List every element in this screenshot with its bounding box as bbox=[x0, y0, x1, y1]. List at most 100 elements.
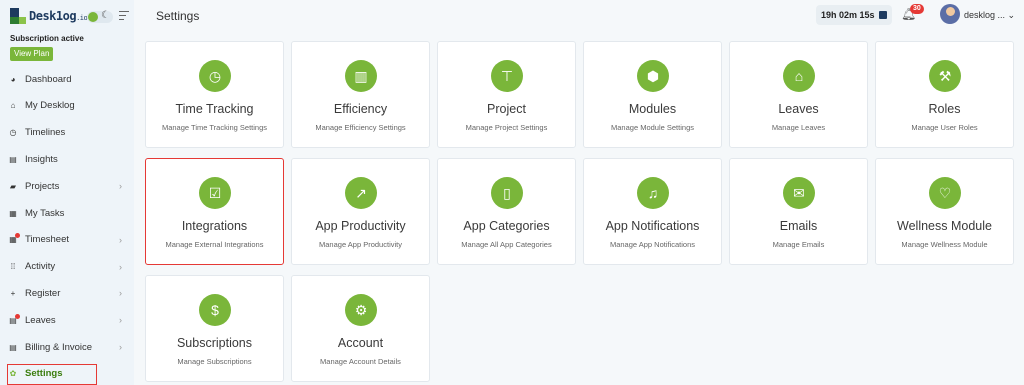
bar-chart-icon: ▥ bbox=[345, 60, 377, 92]
sidebar-item-label: Activity bbox=[25, 261, 56, 273]
brand-name: Desk1og.io bbox=[29, 9, 88, 23]
billing-icon: ▤ bbox=[9, 342, 17, 352]
home-icon: ⌂ bbox=[10, 101, 16, 111]
stop-icon[interactable] bbox=[879, 11, 887, 19]
gears-icon: ⚙ bbox=[345, 294, 377, 326]
card-title: Modules bbox=[628, 102, 677, 116]
wrench-icon: ⚒ bbox=[929, 60, 961, 92]
card-description: Manage All App Categories bbox=[461, 240, 552, 249]
sidebar-item-my-desklog[interactable]: ⌂ My Desklog bbox=[8, 96, 128, 116]
sidebar-item-label: Projects bbox=[25, 180, 60, 192]
sidebar-item-my-tasks[interactable]: ▦ My Tasks bbox=[8, 203, 128, 223]
card-title: Wellness Module bbox=[897, 219, 992, 233]
settings-card-app-productivity[interactable]: ↗ App Productivity Manage App Productivity bbox=[291, 158, 430, 265]
card-title: Roles bbox=[928, 102, 961, 116]
leaves-icon: ▤ bbox=[8, 313, 20, 325]
clock-icon: ◷ bbox=[9, 128, 17, 138]
chevron-right-icon: › bbox=[119, 315, 122, 326]
top-header: Settings 19h 02m 15s 🔔︎ 30 desklog ... ⌄ bbox=[134, 0, 1024, 32]
settings-card-modules[interactable]: ⬢ Modules Manage Module Settings bbox=[583, 41, 722, 148]
sidebar-item-dashboard[interactable]: ◕ Dashboard bbox=[8, 69, 128, 89]
card-title: Subscriptions bbox=[176, 336, 253, 350]
card-title: Time Tracking bbox=[175, 102, 254, 116]
chevron-right-icon: › bbox=[119, 234, 122, 245]
user-menu[interactable]: desklog ... ⌄ bbox=[964, 10, 1015, 21]
hierarchy-icon: ⊤ bbox=[491, 60, 523, 92]
settings-card-roles[interactable]: ⚒ Roles Manage User Roles bbox=[875, 41, 1014, 148]
avatar[interactable] bbox=[940, 4, 960, 24]
settings-card-project[interactable]: ⊤ Project Manage Project Settings bbox=[437, 41, 576, 148]
card-title: App Productivity bbox=[315, 219, 406, 233]
clock-icon: ◷ bbox=[199, 60, 231, 92]
card-title: Account bbox=[337, 336, 384, 350]
sidebar-item-label: Billing & Invoice bbox=[25, 341, 93, 353]
settings-card-wellness-module[interactable]: ♡ Wellness Module Manage Wellness Module bbox=[875, 158, 1014, 265]
settings-highlight-box bbox=[7, 364, 97, 385]
logo-icon bbox=[10, 8, 26, 24]
moon-icon: ☾ bbox=[101, 10, 110, 21]
sidebar-item-timesheet[interactable]: ▦ Timesheet › bbox=[8, 230, 128, 250]
work-timer: 19h 02m 15s bbox=[816, 5, 892, 25]
card-description: Manage External Integrations bbox=[165, 240, 264, 249]
sidebar-item-insights[interactable]: ▤ Insights bbox=[8, 149, 128, 169]
sidebar: Desk1og.io ☾ Subscription active View Pl… bbox=[0, 0, 134, 385]
view-plan-button[interactable]: View Plan bbox=[10, 47, 54, 61]
settings-card-app-categories[interactable]: ▯ App Categories Manage All App Categories bbox=[437, 158, 576, 265]
sidebar-item-timelines[interactable]: ◷ Timelines bbox=[8, 123, 128, 143]
folder-icon: ▰ bbox=[9, 181, 17, 191]
notification-dot bbox=[15, 233, 20, 239]
card-description: Manage Emails bbox=[772, 240, 825, 249]
settings-card-integrations[interactable]: ☑ Integrations Manage External Integration… bbox=[145, 158, 284, 265]
timer-value: 19h 02m 15s bbox=[821, 10, 875, 20]
settings-card-subscriptions[interactable]: $ Subscriptions Manage Subscriptions bbox=[145, 275, 284, 382]
card-description: Manage Time Tracking Settings bbox=[161, 123, 268, 132]
menu-collapse-icon[interactable] bbox=[119, 11, 129, 21]
card-description: Manage App Productivity bbox=[319, 240, 402, 249]
calendar-icon: ▦ bbox=[8, 233, 20, 244]
checkbox-icon: ☑ bbox=[199, 177, 231, 209]
card-description: Manage Subscriptions bbox=[177, 357, 252, 366]
card-title: App Categories bbox=[463, 219, 550, 233]
dashboard-icon: ◕ bbox=[10, 74, 16, 84]
sidebar-item-leaves[interactable]: ▤ Leaves › bbox=[8, 310, 128, 330]
page-title: Settings bbox=[156, 9, 200, 23]
card-title: App Notifications bbox=[605, 219, 700, 233]
home-icon: ⌂ bbox=[783, 60, 815, 92]
card-description: Manage Module Settings bbox=[611, 123, 694, 132]
brand-logo[interactable]: Desk1og.io bbox=[10, 8, 88, 24]
settings-card-time-tracking[interactable]: ◷ Time Tracking Manage Time Tracking Setti… bbox=[145, 41, 284, 148]
card-description: Manage Efficiency Settings bbox=[315, 123, 406, 132]
settings-card-emails[interactable]: ✉ Emails Manage Emails bbox=[729, 158, 868, 265]
sidebar-item-activity[interactable]: ⁞⁞ Activity › bbox=[8, 257, 128, 277]
card-description: Manage Leaves bbox=[771, 123, 826, 132]
light-mode-icon bbox=[88, 12, 98, 22]
theme-toggle[interactable]: ☾ bbox=[87, 10, 113, 23]
card-description: Manage Wellness Module bbox=[901, 240, 988, 249]
settings-card-app-notifications[interactable]: ♫ App Notifications Manage App Notificatio… bbox=[583, 158, 722, 265]
subscription-status: Subscription active bbox=[10, 34, 84, 43]
card-description: Manage Account Details bbox=[320, 357, 401, 366]
heart-icon: ♡ bbox=[929, 177, 961, 209]
mobile-icon: ▯ bbox=[491, 177, 523, 209]
sidebar-item-label: Leaves bbox=[25, 314, 56, 326]
grid-icon: ⁞⁞ bbox=[10, 262, 16, 272]
sidebar-item-billing-invoice[interactable]: ▤ Billing & Invoice › bbox=[8, 337, 128, 357]
sidebar-item-label: My Tasks bbox=[25, 207, 65, 219]
sidebar-item-register[interactable]: + Register › bbox=[8, 283, 128, 303]
chevron-right-icon: › bbox=[119, 342, 122, 352]
money-icon: $ bbox=[199, 294, 231, 326]
bell-icon: ♫ bbox=[637, 177, 669, 209]
cubes-icon: ⬢ bbox=[637, 60, 669, 92]
sidebar-item-label: Timesheet bbox=[25, 234, 69, 246]
settings-card-leaves[interactable]: ⌂ Leaves Manage Leaves bbox=[729, 41, 868, 148]
sidebar-item-projects[interactable]: ▰ Projects › bbox=[8, 176, 128, 196]
sidebar-item-label: My Desklog bbox=[25, 100, 75, 112]
chevron-right-icon: › bbox=[119, 261, 122, 272]
tasks-icon: ▦ bbox=[9, 208, 17, 218]
settings-card-account[interactable]: ⚙ Account Manage Account Details bbox=[291, 275, 430, 382]
card-title: Integrations bbox=[181, 219, 248, 233]
settings-card-efficiency[interactable]: ▥ Efficiency Manage Efficiency Settings bbox=[291, 41, 430, 148]
sidebar-item-label: Insights bbox=[25, 153, 58, 165]
card-title: Efficiency bbox=[333, 102, 388, 116]
card-description: Manage User Roles bbox=[911, 123, 978, 132]
